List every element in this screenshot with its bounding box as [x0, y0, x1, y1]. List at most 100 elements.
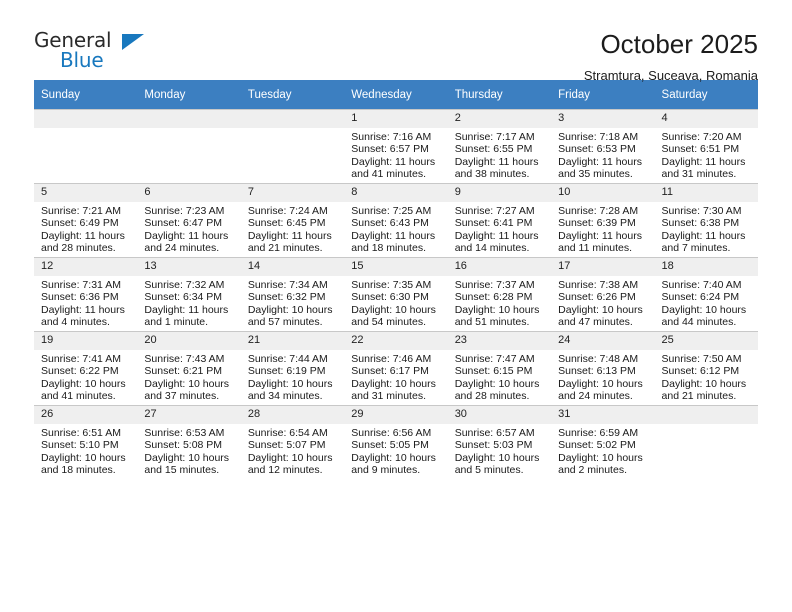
sunrise-time: Sunrise: 7:25 AM — [351, 205, 432, 217]
sunset-time: Sunset: 5:03 PM — [454, 439, 533, 452]
calendar-day[interactable]: 17 Sunrise: 7:38 AM Sunset: 6:26 PM Dayligh… — [551, 257, 655, 331]
sunset-time: Sunset: 6:15 PM — [454, 365, 533, 378]
calendar-day[interactable]: 1 Sunrise: 7:16 AM Sunset: 6:57 PM Daylight… — [344, 109, 448, 183]
calendar-day[interactable]: 19 Sunrise: 7:41 AM Sunset: 6:22 PM Dayligh… — [34, 331, 138, 405]
daylight-line-1: Daylight: 10 hours — [661, 303, 747, 316]
page-subtitle: Stramtura, Suceava, Romania — [583, 67, 758, 83]
calendar-day[interactable]: 30 Sunrise: 6:57 AM Sunset: 5:03 PM Dayligh… — [447, 405, 552, 479]
calendar-day[interactable]: 18 Sunrise: 7:40 AM Sunset: 6:24 PM Dayligh… — [654, 257, 758, 331]
weekday-header-saturday: Saturday — [654, 80, 758, 109]
logo-general-blue[interactable]: General Blue — [34, 28, 154, 78]
daylight-line-2: and 21 minutes. — [247, 241, 323, 254]
day-number: 20 — [137, 332, 241, 350]
sunset-time: Sunset: 5:08 PM — [144, 439, 223, 452]
calendar-cell — [137, 109, 241, 183]
sunset-time: Sunset: 5:07 PM — [247, 439, 326, 452]
calendar-day[interactable]: 20 Sunrise: 7:43 AM Sunset: 6:21 PM Dayligh… — [137, 331, 241, 405]
daylight-line-1: Daylight: 10 hours — [558, 451, 643, 464]
daylight-line-2: and 37 minutes. — [144, 389, 220, 402]
calendar-cell: 12 Sunrise: 7:31 AM Sunset: 6:36 PM Dayligh… — [34, 257, 138, 331]
calendar-day[interactable]: 5 Sunrise: 7:21 AM Sunset: 6:49 PM Daylight… — [34, 183, 138, 257]
calendar-cell: 9 Sunrise: 7:27 AM Sunset: 6:41 PM Daylight… — [447, 183, 552, 257]
calendar-day-empty — [240, 109, 345, 183]
day-number: 17 — [551, 258, 655, 276]
calendar-day[interactable]: 25 Sunrise: 7:50 AM Sunset: 6:12 PM Dayligh… — [654, 331, 758, 405]
day-details: Sunrise: 7:38 AM Sunset: 6:26 PM Daylight:… — [551, 276, 654, 328]
calendar-day[interactable]: 27 Sunrise: 6:53 AM Sunset: 5:08 PM Dayligh… — [137, 405, 241, 479]
calendar-cell: 10 Sunrise: 7:28 AM Sunset: 6:39 PM Dayligh… — [551, 183, 655, 257]
calendar-day[interactable]: 22 Sunrise: 7:46 AM Sunset: 6:17 PM Dayligh… — [344, 331, 448, 405]
sunrise-time: Sunrise: 7:35 AM — [351, 279, 432, 291]
day-details: Sunrise: 7:44 AM Sunset: 6:19 PM Daylight:… — [241, 350, 344, 402]
calendar-day[interactable]: 4 Sunrise: 7:20 AM Sunset: 6:51 PM Daylight… — [654, 109, 758, 183]
sunrise-time: Sunrise: 7:28 AM — [558, 205, 639, 217]
calendar-week-row: 19 Sunrise: 7:41 AM Sunset: 6:22 PM Dayligh… — [34, 331, 758, 405]
calendar-day[interactable]: 9 Sunrise: 7:27 AM Sunset: 6:41 PM Daylight… — [447, 183, 552, 257]
sunset-time: Sunset: 6:28 PM — [454, 291, 533, 304]
calendar-day[interactable]: 7 Sunrise: 7:24 AM Sunset: 6:45 PM Daylight… — [240, 183, 345, 257]
sunset-time: Sunset: 6:43 PM — [351, 217, 429, 230]
daylight-line-1: Daylight: 10 hours — [247, 451, 333, 464]
calendar-table: Sunday Monday Tuesday Wednesday Thursday… — [34, 80, 758, 479]
sunset-time: Sunset: 6:36 PM — [41, 291, 119, 304]
day-number: 3 — [551, 110, 655, 128]
calendar-day[interactable]: 6 Sunrise: 7:23 AM Sunset: 6:47 PM Daylight… — [137, 183, 241, 257]
day-number: 4 — [654, 110, 758, 128]
sunrise-time: Sunrise: 6:53 AM — [144, 427, 225, 439]
calendar-day[interactable]: 23 Sunrise: 7:47 AM Sunset: 6:15 PM Dayligh… — [447, 331, 552, 405]
sunrise-time: Sunrise: 7:17 AM — [454, 131, 535, 143]
calendar-cell: 14 Sunrise: 7:34 AM Sunset: 6:32 PM Dayligh… — [240, 257, 345, 331]
calendar-week-row: 12 Sunrise: 7:31 AM Sunset: 6:36 PM Dayligh… — [34, 257, 758, 331]
calendar-page: General Blue October 2025 Stramtura, Suc… — [0, 0, 792, 612]
calendar-day[interactable]: 3 Sunrise: 7:18 AM Sunset: 6:53 PM Daylight… — [551, 109, 655, 183]
daylight-line-1: Daylight: 11 hours — [247, 229, 332, 242]
calendar-day[interactable]: 14 Sunrise: 7:34 AM Sunset: 6:32 PM Dayligh… — [240, 257, 345, 331]
sunrise-time: Sunrise: 7:50 AM — [661, 353, 742, 365]
calendar-day[interactable]: 8 Sunrise: 7:25 AM Sunset: 6:43 PM Daylight… — [344, 183, 448, 257]
calendar-day[interactable]: 29 Sunrise: 6:56 AM Sunset: 5:05 PM Dayligh… — [344, 405, 448, 479]
calendar-week-row: 1 Sunrise: 7:16 AM Sunset: 6:57 PM Daylight… — [34, 109, 758, 183]
calendar-day[interactable]: 11 Sunrise: 7:30 AM Sunset: 6:38 PM Dayligh… — [654, 183, 758, 257]
day-number: 16 — [447, 258, 552, 276]
calendar-day[interactable]: 28 Sunrise: 6:54 AM Sunset: 5:07 PM Dayligh… — [240, 405, 345, 479]
daylight-line-1: Daylight: 11 hours — [351, 155, 436, 168]
calendar-day[interactable]: 21 Sunrise: 7:44 AM Sunset: 6:19 PM Dayligh… — [240, 331, 345, 405]
calendar-day[interactable]: 12 Sunrise: 7:31 AM Sunset: 6:36 PM Dayligh… — [34, 257, 138, 331]
sunrise-time: Sunrise: 6:54 AM — [247, 427, 328, 439]
calendar-cell: 6 Sunrise: 7:23 AM Sunset: 6:47 PM Daylight… — [137, 183, 241, 257]
calendar-day-empty — [654, 405, 758, 479]
day-details: Sunrise: 7:30 AM Sunset: 6:38 PM Daylight:… — [655, 202, 758, 254]
day-number: 18 — [654, 258, 758, 276]
day-number: 9 — [447, 184, 552, 202]
daylight-line-2: and 12 minutes. — [247, 463, 323, 476]
day-details: Sunrise: 6:57 AM Sunset: 5:03 PM Daylight:… — [448, 424, 551, 476]
day-number — [137, 110, 241, 128]
daylight-line-2: and 35 minutes. — [558, 167, 633, 180]
daylight-line-2: and 41 minutes. — [351, 167, 426, 180]
day-number: 28 — [240, 406, 345, 424]
daylight-line-2: and 9 minutes. — [351, 463, 421, 476]
calendar-day[interactable]: 2 Sunrise: 7:17 AM Sunset: 6:55 PM Daylight… — [447, 109, 552, 183]
sunset-time: Sunset: 6:17 PM — [351, 365, 429, 378]
calendar-day[interactable]: 13 Sunrise: 7:32 AM Sunset: 6:34 PM Dayligh… — [137, 257, 241, 331]
calendar-day[interactable]: 16 Sunrise: 7:37 AM Sunset: 6:28 PM Dayligh… — [447, 257, 552, 331]
daylight-line-1: Daylight: 11 hours — [351, 229, 436, 242]
daylight-line-2: and 31 minutes. — [351, 389, 426, 402]
calendar-day[interactable]: 26 Sunrise: 6:51 AM Sunset: 5:10 PM Dayligh… — [34, 405, 138, 479]
sunset-time: Sunset: 6:55 PM — [454, 143, 533, 156]
day-number: 23 — [447, 332, 552, 350]
day-details: Sunrise: 7:25 AM Sunset: 6:43 PM Daylight:… — [344, 202, 447, 254]
daylight-line-1: Daylight: 11 hours — [144, 229, 229, 242]
sunset-time: Sunset: 6:21 PM — [144, 365, 223, 378]
calendar-day[interactable]: 10 Sunrise: 7:28 AM Sunset: 6:39 PM Dayligh… — [551, 183, 655, 257]
calendar-week-row: 5 Sunrise: 7:21 AM Sunset: 6:49 PM Daylight… — [34, 183, 758, 257]
calendar-day[interactable]: 31 Sunrise: 6:59 AM Sunset: 5:02 PM Dayligh… — [551, 405, 655, 479]
daylight-line-1: Daylight: 10 hours — [144, 451, 230, 464]
sunset-time: Sunset: 6:57 PM — [351, 143, 429, 156]
daylight-line-1: Daylight: 10 hours — [144, 377, 230, 390]
daylight-line-1: Daylight: 11 hours — [41, 229, 125, 242]
sunrise-time: Sunrise: 7:24 AM — [247, 205, 328, 217]
sunset-time: Sunset: 6:53 PM — [558, 143, 636, 156]
calendar-day[interactable]: 15 Sunrise: 7:35 AM Sunset: 6:30 PM Dayligh… — [344, 257, 448, 331]
calendar-day[interactable]: 24 Sunrise: 7:48 AM Sunset: 6:13 PM Dayligh… — [551, 331, 655, 405]
